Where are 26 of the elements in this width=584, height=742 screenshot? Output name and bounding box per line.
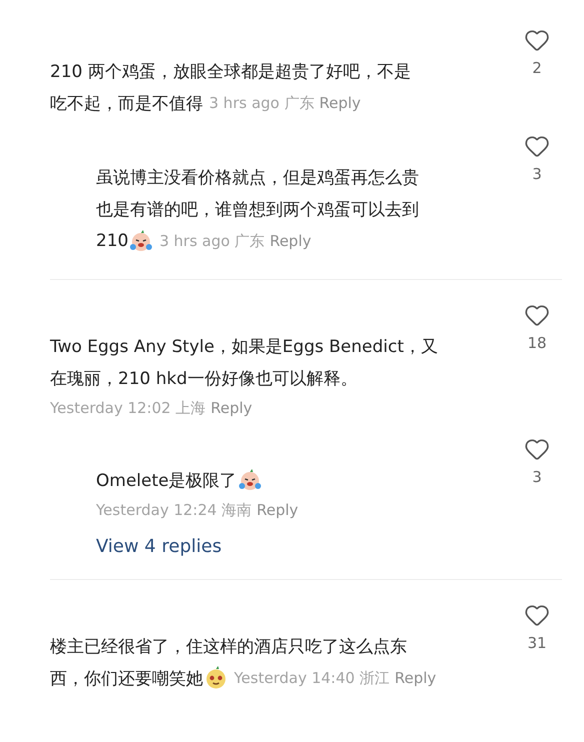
comment-text: Omelete是极限了 bbox=[96, 470, 237, 492]
comment-meta: Yesterday 12:02 上海 bbox=[50, 398, 206, 418]
reply-link[interactable]: Reply bbox=[319, 94, 361, 112]
comment-meta: 3 hrs ago 广东 bbox=[159, 232, 265, 250]
like-count: 3 bbox=[532, 468, 542, 486]
comment-meta: Yesterday 14:40 浙江 bbox=[234, 668, 390, 688]
reply-link[interactable]: Reply bbox=[270, 232, 312, 250]
comment-meta: 3 hrs ago 广东 bbox=[209, 94, 314, 112]
like-count: 2 bbox=[532, 59, 542, 77]
comment-text: 在瑰丽，210 hkd一份好像也可以解释。 bbox=[50, 368, 358, 390]
comment-text: 也是有谱的吧，谁曾想到两个鸡蛋可以去到 bbox=[96, 198, 419, 220]
comment-text: Two Eggs Any Style，如果是Eggs Benedict，又 bbox=[50, 336, 438, 358]
reply-link[interactable]: Reply bbox=[256, 501, 298, 519]
comment-meta: Yesterday 12:24 海南 bbox=[96, 500, 252, 520]
like-count: 3 bbox=[532, 165, 542, 183]
comment-text: 西，你们还要嘲笑她 bbox=[50, 668, 203, 690]
comment-text: 吃不起，而是不值得 bbox=[50, 92, 203, 114]
reply-link[interactable]: Reply bbox=[210, 399, 252, 417]
reply-link[interactable]: Reply bbox=[394, 669, 436, 687]
like-count: 18 bbox=[527, 334, 547, 352]
comment-text: 210 两个鸡蛋，放眼全球都是超贵了好吧，不是 bbox=[50, 60, 411, 82]
comment-text: 虽说博主没看价格就点，但是鸡蛋再怎么贵 bbox=[96, 166, 419, 188]
comment-text: 楼主已经很省了，住这样的酒店只吃了这么点东 bbox=[50, 636, 407, 658]
view-replies-link[interactable]: View 4 replies bbox=[96, 536, 222, 557]
like-count: 31 bbox=[527, 634, 547, 652]
comment-text: 210 bbox=[96, 231, 128, 251]
